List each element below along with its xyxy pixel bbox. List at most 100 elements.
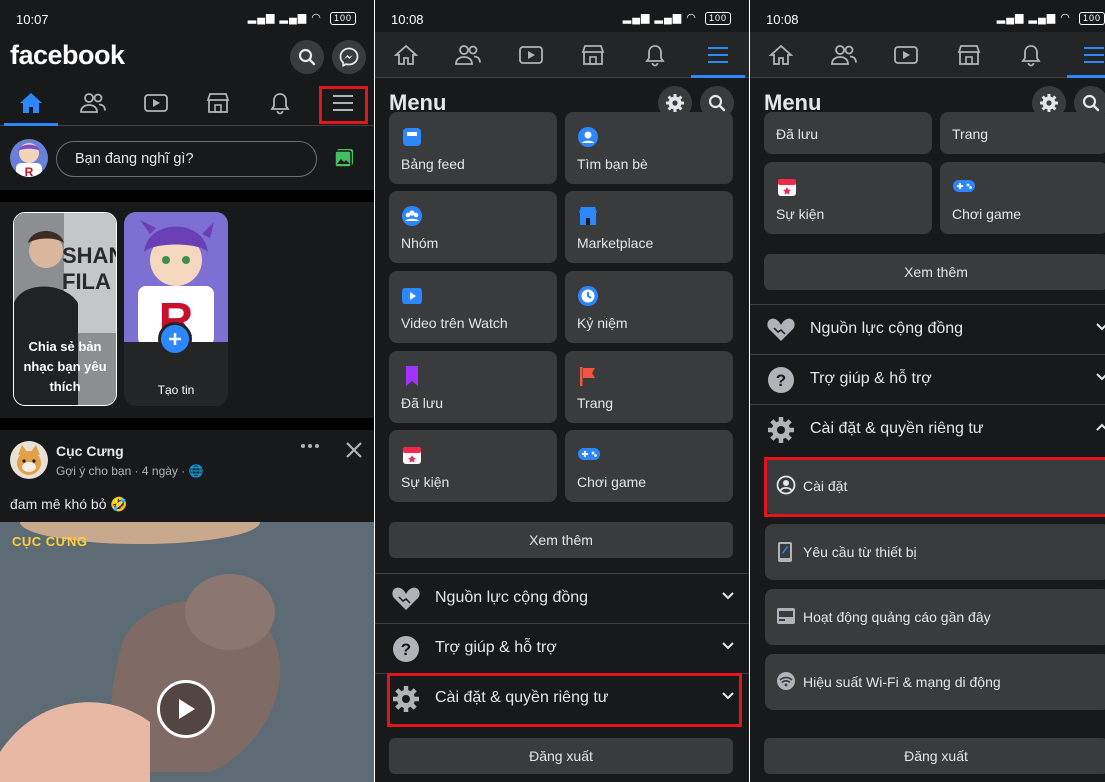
tab-marketplace[interactable] <box>562 32 624 77</box>
submenu-wifi-mobile-performance[interactable]: Hiệu suất Wi-Fi & mạng di động <box>765 654 1105 710</box>
logout-button[interactable]: Đăng xuất <box>764 738 1105 774</box>
section-community-resources[interactable]: Nguồn lực cộng đồng <box>375 573 749 623</box>
watch-icon <box>143 93 168 112</box>
events-calendar-icon <box>776 176 798 198</box>
submenu-label: Hiệu suất Wi-Fi & mạng di động <box>803 674 1001 690</box>
status-time: 10:07 <box>16 12 49 27</box>
story-card-music[interactable]: SHAN FILA Chia sẻ bản nhạc bạn yêu thích <box>13 212 117 406</box>
hamburger-menu-icon <box>1083 46 1104 63</box>
menu-tile-events[interactable]: Sự kiện <box>389 430 557 502</box>
add-story-button[interactable] <box>158 322 192 356</box>
menu-tile-pages[interactable]: Trang <box>940 112 1105 154</box>
friends-icon <box>455 44 482 65</box>
menu-tile-saved[interactable]: Đã lưu <box>389 351 557 423</box>
tab-marketplace[interactable] <box>187 80 249 125</box>
tab-friends[interactable] <box>813 32 876 77</box>
friends-icon <box>830 44 857 65</box>
menu-tile-saved[interactable]: Đã lưu <box>764 112 932 154</box>
see-more-button[interactable]: Xem thêm <box>764 254 1105 290</box>
main-nav-bar <box>0 80 374 126</box>
menu-tile-events[interactable]: Sự kiện <box>764 162 932 234</box>
video-frame <box>0 522 374 782</box>
post-close-button[interactable] <box>345 441 363 459</box>
see-more-button[interactable]: Xem thêm <box>389 522 733 558</box>
tab-notifications[interactable] <box>624 32 686 77</box>
tab-friends[interactable] <box>437 32 499 77</box>
highlight-settings-section <box>387 673 742 727</box>
svg-text:?: ? <box>401 640 411 659</box>
tab-notifications[interactable] <box>249 80 311 125</box>
phone-screen-news-feed: 10:07 ▂▄▆ ▂▄▆ ◠ 100 facebook R Bạn đang … <box>0 0 374 782</box>
play-button[interactable] <box>157 680 215 738</box>
bell-icon <box>1021 44 1041 66</box>
tab-menu[interactable] <box>1063 32 1105 78</box>
tab-home[interactable] <box>0 80 62 126</box>
section-help-support[interactable]: ? Trợ giúp & hỗ trợ <box>375 623 749 673</box>
post-author-name[interactable]: Cục Cưng <box>56 443 124 459</box>
submenu-label: Yêu cầu từ thiết bị <box>803 544 917 560</box>
post-author-avatar[interactable] <box>10 441 48 479</box>
bell-icon <box>270 92 291 114</box>
memories-icon <box>577 285 599 307</box>
tab-menu[interactable] <box>687 32 749 78</box>
post-video[interactable]: CỤC CƯNG <box>0 522 374 782</box>
menu-tile-watch[interactable]: Video trên Watch <box>389 271 557 343</box>
chevron-down-icon <box>1095 372 1105 382</box>
marketplace-icon <box>957 44 980 65</box>
menu-tile-label: Kỷ niệm <box>577 315 628 331</box>
watch-icon <box>401 285 423 307</box>
tab-home[interactable] <box>375 32 437 77</box>
gear-icon <box>1040 94 1058 112</box>
menu-tile-gaming[interactable]: Chơi game <box>565 430 733 502</box>
section-community-resources[interactable]: Nguồn lực cộng đồng <box>750 304 1105 354</box>
menu-tile-marketplace[interactable]: Marketplace <box>565 191 733 263</box>
whats-on-your-mind-input[interactable]: Bạn đang nghĩ gì? <box>56 141 317 177</box>
tab-watch[interactable] <box>875 32 938 77</box>
phone-screen-menu: 10:08 ▂▄▆ ▂▄▆ ◠ 100 Menu Bảng feed Tìm b… <box>375 0 749 782</box>
device-request-icon <box>776 541 794 563</box>
menu-tile-feed[interactable]: Bảng feed <box>389 112 557 184</box>
messenger-button[interactable] <box>332 40 366 74</box>
menu-tile-gaming[interactable]: Chơi game <box>940 162 1105 234</box>
menu-tile-label: Đã lưu <box>776 126 819 142</box>
create-story-card[interactable]: R Tạo tin <box>124 212 228 406</box>
marketplace-icon <box>577 205 599 227</box>
search-button[interactable] <box>290 40 324 74</box>
gear-icon <box>766 415 796 445</box>
feed-icon <box>401 126 423 148</box>
status-bar: 10:08 ▂▄▆ ▂▄▆ ◠ 100 <box>375 0 749 32</box>
section-divider <box>0 190 374 202</box>
tab-home[interactable] <box>750 32 813 77</box>
menu-tile-label: Sự kiện <box>401 474 450 490</box>
logout-button[interactable]: Đăng xuất <box>389 738 733 774</box>
status-icons: ▂▄▆ ▂▄▆ ◠ 100 <box>248 11 356 25</box>
tab-watch[interactable] <box>125 80 187 125</box>
photo-icon <box>334 149 353 168</box>
menu-tile-label: Chơi game <box>577 474 647 490</box>
hamburger-menu-icon <box>707 46 728 63</box>
section-help-support[interactable]: ? Trợ giúp & hỗ trợ <box>750 354 1105 404</box>
menu-tile-memories[interactable]: Kỷ niệm <box>565 271 733 343</box>
photo-button[interactable] <box>333 147 355 169</box>
tab-watch[interactable] <box>500 32 562 77</box>
menu-tile-find-friends[interactable]: Tìm bạn bè <box>565 112 733 184</box>
menu-tile-groups[interactable]: Nhóm <box>389 191 557 263</box>
section-settings-privacy[interactable]: Cài đặt & quyền riêng tư <box>750 404 1105 454</box>
tab-notifications[interactable] <box>1000 32 1063 77</box>
story-label: Chia sẻ bản nhạc bạn yêu thích <box>23 339 107 394</box>
tab-marketplace[interactable] <box>938 32 1001 77</box>
heart-hands-icon <box>391 584 421 612</box>
post-more-button[interactable] <box>300 441 320 451</box>
menu-tile-label: Tìm bạn bè <box>577 156 648 172</box>
submenu-label: Hoạt động quảng cáo gần đây <box>803 609 991 625</box>
submenu-device-requests[interactable]: Yêu cầu từ thiết bị <box>765 524 1105 580</box>
tab-friends[interactable] <box>62 80 124 125</box>
watch-icon <box>518 45 543 64</box>
video-caption: CỤC CƯNG <box>12 534 88 549</box>
pages-flag-icon <box>577 365 599 387</box>
status-icons: ▂▄▆ ▂▄▆ ◠ 100 <box>623 11 731 25</box>
submenu-recent-ad-activity[interactable]: Hoạt động quảng cáo gần đây <box>765 589 1105 645</box>
messenger-icon <box>339 47 359 67</box>
menu-tile-pages[interactable]: Trang <box>565 351 733 423</box>
find-friends-icon <box>577 126 599 148</box>
